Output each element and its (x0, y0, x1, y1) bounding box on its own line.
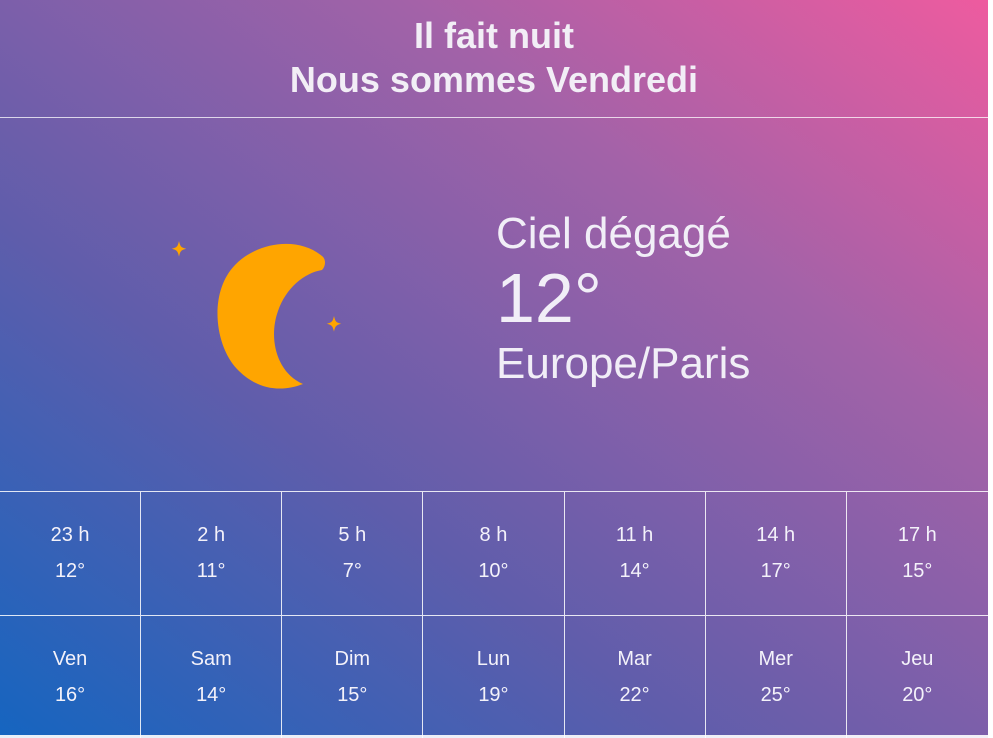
hour-temperature: 17° (760, 560, 791, 582)
forecast-grid: 23 h 12° 2 h 11° 5 h 7° 8 h 10° 11 h 14°… (0, 491, 988, 738)
current-info: Ciel dégagé 12° Europe/Paris (496, 210, 750, 390)
hour-temperature: 7° (342, 560, 362, 582)
day-temperature: 19° (478, 684, 509, 706)
day-label: Sam (190, 648, 232, 670)
hourly-cell: 5 h 7° (282, 492, 424, 615)
hour-temperature: 12° (54, 560, 86, 582)
hourly-cell: 14 h 17° (706, 492, 847, 615)
page-edge (988, 0, 993, 738)
daily-cell: Mer 25° (706, 616, 847, 738)
hour-label: 5 h (338, 524, 367, 546)
header: Il fait nuit Nous sommes Vendredi (0, 0, 988, 118)
current-weather: Ciel dégagé 12° Europe/Paris (0, 118, 988, 491)
daily-cell: Ven 16° (0, 616, 142, 738)
day-label: Lun (476, 648, 511, 670)
day-temperature: 15° (337, 684, 368, 706)
daily-cell: Dim 15° (282, 616, 424, 738)
hour-temperature: 11° (196, 560, 226, 582)
day-temperature: 25° (760, 684, 791, 706)
daily-forecast-row: Ven 16° Sam 14° Dim 15° Lun 19° Mar 22° … (0, 615, 988, 738)
hour-label: 17 h (897, 524, 937, 546)
hour-label: 2 h (197, 524, 226, 546)
hour-label: 14 h (756, 524, 796, 546)
weather-app: Il fait nuit Nous sommes Vendredi Ciel d… (0, 0, 988, 738)
hour-temperature: 15° (902, 560, 933, 582)
day-temperature: 14° (196, 684, 227, 706)
hourly-forecast-row: 23 h 12° 2 h 11° 5 h 7° 8 h 10° 11 h 14°… (0, 491, 988, 615)
day-temperature: 20° (902, 684, 933, 706)
hourly-cell: 8 h 10° (423, 492, 565, 615)
daily-cell: Jeu 20° (847, 616, 988, 738)
day-temperature: 16° (54, 684, 86, 706)
current-temperature: 12° (496, 259, 602, 337)
timezone-label: Europe/Paris (496, 339, 751, 388)
time-of-day-title: Il fait nuit (414, 15, 574, 56)
hour-label: 11 h (615, 524, 654, 546)
day-label: Mar (617, 648, 652, 670)
hour-temperature: 10° (478, 560, 509, 582)
hour-label: 8 h (479, 524, 508, 546)
daily-cell: Lun 19° (423, 616, 565, 738)
moon-stars-icon (160, 213, 360, 413)
day-label: Dim (334, 648, 371, 670)
hour-label: 23 h (50, 524, 90, 546)
day-label: Ven (52, 648, 88, 670)
daily-cell: Sam 14° (141, 616, 283, 738)
day-label: Mer (758, 648, 793, 670)
hourly-cell: 11 h 14° (565, 492, 706, 615)
daily-cell: Mar 22° (565, 616, 706, 738)
hourly-cell: 23 h 12° (0, 492, 142, 615)
day-title: Nous sommes Vendredi (289, 59, 699, 100)
hour-temperature: 14° (619, 560, 650, 582)
day-label: Jeu (901, 648, 934, 670)
weather-description: Ciel dégagé (496, 209, 731, 258)
hourly-cell: 17 h 15° (847, 492, 988, 615)
day-temperature: 22° (619, 684, 650, 706)
hourly-cell: 2 h 11° (141, 492, 283, 615)
